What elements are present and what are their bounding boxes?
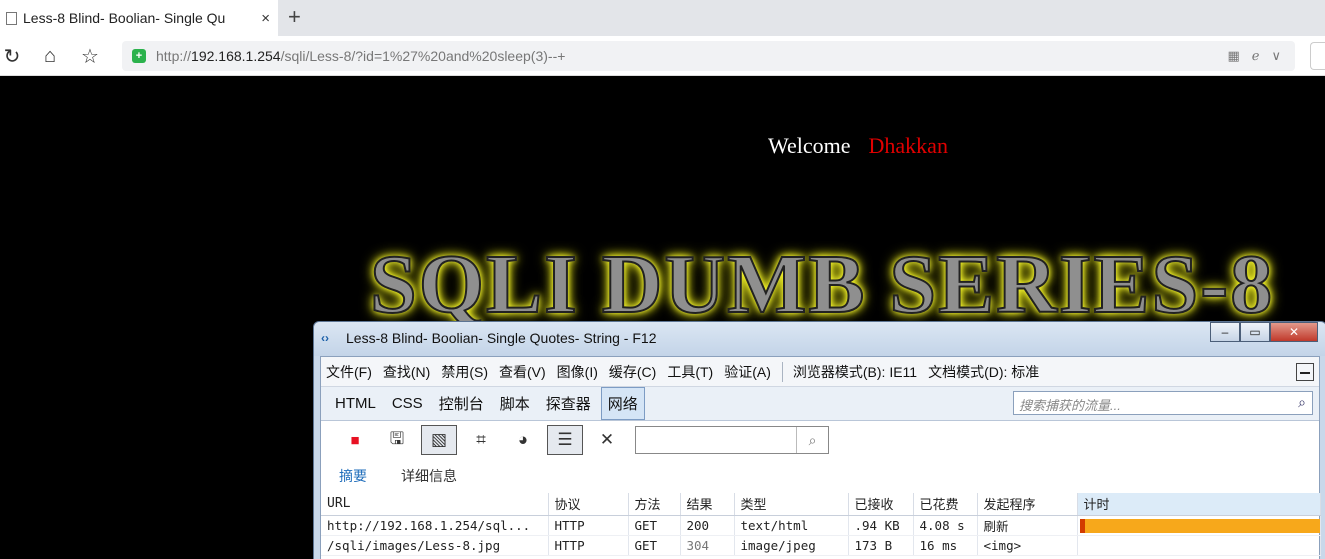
page-icon bbox=[6, 11, 17, 25]
cell-result: 304 bbox=[680, 535, 735, 556]
tab-title: Less-8 Blind- Boolian- Single Qu bbox=[23, 10, 226, 26]
url-text[interactable]: http://192.168.1.254/sqli/Less-8/?id=1%2… bbox=[156, 48, 565, 64]
menu-disable[interactable]: 禁用(S) bbox=[441, 362, 488, 382]
tab-css[interactable]: CSS bbox=[386, 390, 429, 417]
table-row[interactable]: http://192.168.1.254/sql... HTTP GET 200… bbox=[321, 515, 1321, 536]
devtools-titlebar[interactable]: ‹› Less-8 Blind- Boolian- Single Quotes-… bbox=[314, 322, 1325, 356]
clear-cache-icon[interactable]: ⌗ bbox=[463, 425, 499, 455]
series-banner: SQLI DUMB SERIES-8 bbox=[369, 237, 1275, 332]
col-timing[interactable]: 计时 bbox=[1077, 493, 1321, 516]
cell-protocol: HTTP bbox=[548, 515, 629, 536]
col-method[interactable]: 方法 bbox=[628, 493, 681, 516]
col-url[interactable]: URL bbox=[321, 493, 549, 516]
table-header-row: URL 协议 方法 结果 类型 已接收 已花费 发起程序 计时 bbox=[321, 493, 1321, 516]
menu-tools[interactable]: 工具(T) bbox=[667, 362, 713, 382]
tab-script[interactable]: 脚本 bbox=[494, 388, 536, 419]
subtab-summary[interactable]: 摘要 bbox=[339, 466, 367, 486]
cell-method: GET bbox=[628, 515, 681, 536]
close-x-icon[interactable]: ✕ bbox=[589, 425, 625, 455]
minimize-icon[interactable]: – bbox=[1210, 322, 1240, 342]
tab-close-icon[interactable]: × bbox=[261, 10, 270, 27]
stop-capture-icon[interactable]: ■ bbox=[337, 425, 373, 455]
save-icon[interactable]: 🖫 bbox=[379, 425, 415, 455]
always-refresh-icon[interactable]: ▧ bbox=[421, 425, 457, 455]
devtools-title: Less-8 Blind- Boolian- Single Quotes- St… bbox=[346, 330, 657, 346]
browser-tab-strip: Less-8 Blind- Boolian- Single Qu × + bbox=[0, 0, 1325, 36]
tab-profiler[interactable]: 探查器 bbox=[540, 388, 597, 419]
capture-search-placeholder: 搜索捕获的流量... bbox=[1019, 398, 1121, 413]
address-bar[interactable]: + http://192.168.1.254/sqli/Less-8/?id=1… bbox=[122, 41, 1295, 71]
cell-protocol: HTTP bbox=[548, 535, 629, 556]
qr-code-icon[interactable]: ▦ bbox=[1227, 48, 1239, 64]
menu-find[interactable]: 查找(N) bbox=[383, 362, 430, 382]
ie-compat-icon[interactable]: ℯ bbox=[1252, 48, 1260, 64]
timing-bar bbox=[1079, 518, 1320, 533]
tab-console[interactable]: 控制台 bbox=[433, 388, 490, 419]
tab-network[interactable]: 网络 bbox=[600, 387, 645, 420]
col-protocol[interactable]: 协议 bbox=[548, 493, 629, 516]
devtools-window: ‹› Less-8 Blind- Boolian- Single Quotes-… bbox=[313, 321, 1325, 559]
menu-document-mode[interactable]: 文档模式(D): 标准 bbox=[928, 362, 1039, 382]
secure-shield-icon: + bbox=[132, 49, 146, 63]
menu-view[interactable]: 查看(V) bbox=[499, 362, 546, 382]
devtools-tabs: HTML CSS 控制台 脚本 探查器 网络 搜索捕获的流量... ⌕ bbox=[321, 387, 1319, 421]
cell-timing bbox=[1077, 535, 1321, 556]
cell-initiator: <img> bbox=[977, 535, 1078, 556]
welcome-label: Welcome bbox=[768, 133, 851, 158]
maximize-icon[interactable]: ▭ bbox=[1240, 322, 1270, 342]
menu-cache[interactable]: 缓存(C) bbox=[609, 362, 656, 382]
user-name: Dhakkan bbox=[868, 133, 948, 158]
col-result[interactable]: 结果 bbox=[680, 493, 735, 516]
clear-cookies-icon[interactable]: ◕ bbox=[505, 425, 541, 455]
devtools-app-icon: ‹› bbox=[321, 331, 329, 345]
close-icon[interactable]: ✕ bbox=[1270, 322, 1318, 342]
devtools-menubar: 文件(F) 查找(N) 禁用(S) 查看(V) 图像(I) 缓存(C) 工具(T… bbox=[321, 357, 1319, 387]
menu-images[interactable]: 图像(I) bbox=[557, 362, 598, 382]
cell-method: GET bbox=[628, 535, 681, 556]
search-icon[interactable]: ⌕ bbox=[1298, 394, 1306, 411]
refresh-icon[interactable]: ↻ bbox=[0, 44, 24, 68]
address-bar-actions: ▦ ℯ ∨ bbox=[1227, 48, 1281, 64]
clear-entries-icon[interactable]: ☰ bbox=[547, 425, 583, 455]
cell-url: /sqli/images/Less-8.jpg bbox=[321, 535, 549, 556]
browser-toolbar: ↻ ⌂ ☆ + http://192.168.1.254/sqli/Less-8… bbox=[0, 36, 1325, 76]
cell-received: 173 B bbox=[848, 535, 914, 556]
cell-received: .94 KB bbox=[848, 515, 914, 536]
network-toolbar: ■ 🖫 ▧ ⌗ ◕ ☰ ✕ ⌕ bbox=[321, 421, 1319, 459]
filter-search-icon[interactable]: ⌕ bbox=[796, 427, 828, 453]
capture-search-input[interactable]: 搜索捕获的流量... ⌕ bbox=[1013, 391, 1313, 415]
filter-input[interactable]: ⌕ bbox=[635, 426, 829, 454]
home-icon[interactable]: ⌂ bbox=[38, 44, 62, 68]
subtab-details[interactable]: 详细信息 bbox=[401, 466, 457, 486]
cell-initiator: 刷新 bbox=[977, 515, 1078, 536]
panel-minimize-icon[interactable] bbox=[1296, 363, 1314, 381]
cell-taken: 4.08 s bbox=[913, 515, 978, 536]
devtools-body: 文件(F) 查找(N) 禁用(S) 查看(V) 图像(I) 缓存(C) 工具(T… bbox=[320, 356, 1321, 559]
cell-type: image/jpeg bbox=[734, 535, 849, 556]
cell-timing bbox=[1077, 515, 1321, 536]
menu-browser-mode[interactable]: 浏览器模式(B): IE11 bbox=[793, 362, 917, 382]
cell-taken: 16 ms bbox=[913, 535, 978, 556]
bookmark-star-icon[interactable]: ☆ bbox=[78, 44, 102, 68]
network-subtabs: 摘要 详细信息 bbox=[321, 459, 1319, 493]
chevron-down-icon[interactable]: ∨ bbox=[1271, 48, 1281, 64]
search-box-edge[interactable] bbox=[1310, 42, 1325, 70]
browser-tab-active[interactable]: Less-8 Blind- Boolian- Single Qu × bbox=[0, 0, 278, 36]
menu-validate[interactable]: 验证(A) bbox=[724, 362, 771, 382]
col-received[interactable]: 已接收 bbox=[848, 493, 914, 516]
network-table: URL 协议 方法 结果 类型 已接收 已花费 发起程序 计时 http://1… bbox=[321, 493, 1321, 556]
tab-html[interactable]: HTML bbox=[329, 390, 382, 417]
col-initiator[interactable]: 发起程序 bbox=[977, 493, 1078, 516]
menu-file[interactable]: 文件(F) bbox=[326, 362, 372, 382]
cell-result: 200 bbox=[680, 515, 735, 536]
new-tab-button[interactable]: + bbox=[288, 4, 301, 30]
welcome-text: Welcome Dhakkan bbox=[768, 133, 948, 159]
cell-type: text/html bbox=[734, 515, 849, 536]
col-taken[interactable]: 已花费 bbox=[913, 493, 978, 516]
window-controls: – ▭ ✕ bbox=[1210, 322, 1318, 342]
menu-separator bbox=[781, 361, 783, 382]
col-type[interactable]: 类型 bbox=[734, 493, 849, 516]
table-row[interactable]: /sqli/images/Less-8.jpg HTTP GET 304 ima… bbox=[321, 535, 1321, 556]
cell-url: http://192.168.1.254/sql... bbox=[321, 515, 549, 536]
